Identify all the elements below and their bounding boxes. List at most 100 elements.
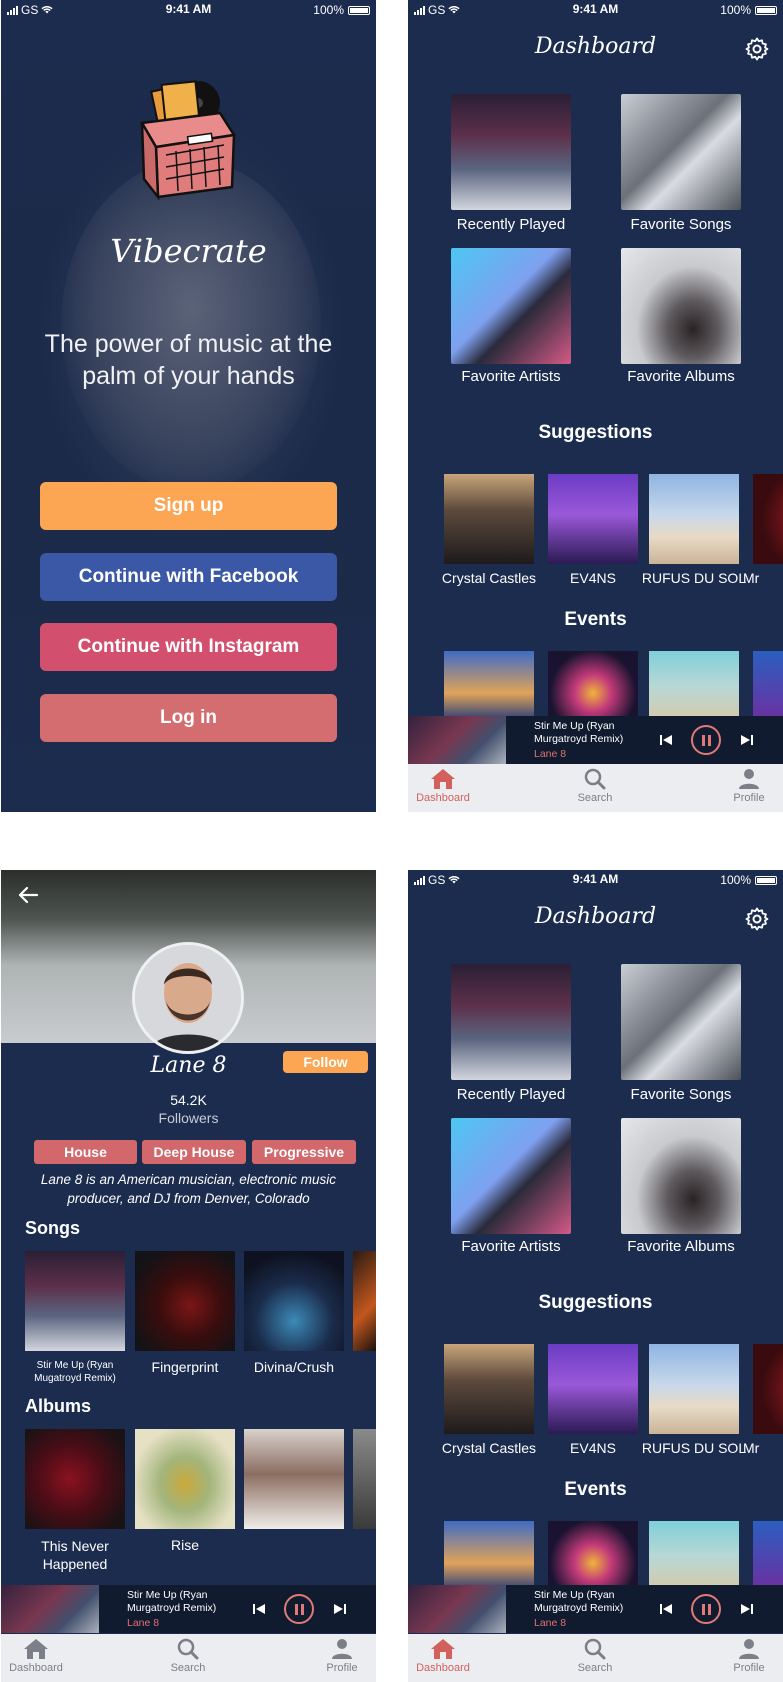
previous-track-icon[interactable] (251, 1601, 267, 1617)
back-arrow-icon[interactable] (17, 884, 39, 906)
tab-label-profile: Profile (326, 1662, 358, 1674)
next-track-icon[interactable] (739, 732, 755, 748)
tile-label-favorite-artists: Favorite Artists (461, 1238, 561, 1255)
suggestion-label: Mr (743, 1440, 760, 1456)
genre-tag[interactable]: Progressive (252, 1140, 356, 1164)
suggestion-label: Mr (743, 570, 760, 586)
tile-favorite-artists[interactable] (451, 1118, 571, 1234)
suggestion-art[interactable] (649, 474, 739, 564)
event-card[interactable] (444, 1521, 534, 1591)
facebook-button[interactable]: Continue with Facebook (40, 553, 337, 601)
signup-button[interactable]: Sign up (40, 482, 337, 530)
previous-track-icon[interactable] (658, 1601, 674, 1617)
tile-favorite-albums[interactable] (621, 248, 741, 364)
tile-label-recently-played: Recently Played (456, 216, 566, 233)
suggestion-art[interactable] (548, 474, 638, 564)
search-icon (177, 1638, 199, 1660)
battery-percent: 100% (720, 3, 751, 17)
albums-heading: Albums (25, 1396, 92, 1416)
next-track-icon[interactable] (332, 1601, 348, 1617)
mini-player[interactable]: Stir Me Up (Ryan Murgatroyd Remix) Lane … (408, 1585, 783, 1633)
song-art[interactable] (25, 1251, 125, 1351)
player-track-title: Stir Me Up (Ryan Murgatroyd Remix) (534, 1589, 624, 1614)
tile-favorite-songs[interactable] (621, 964, 741, 1080)
event-card[interactable] (649, 1521, 739, 1591)
tile-favorite-albums[interactable] (621, 1118, 741, 1234)
event-card[interactable] (753, 1521, 783, 1591)
profile-icon (739, 1639, 759, 1659)
tab-dashboard[interactable]: Dashboard (408, 768, 488, 804)
player-artist: Lane 8 (127, 1617, 160, 1629)
dashboard-screen: GS 9:41 AM 100% Dashboard Recently Playe… (408, 870, 783, 1682)
previous-track-icon[interactable] (658, 732, 674, 748)
tagline: The power of music at the palm of your h… (44, 330, 333, 390)
login-button[interactable]: Log in (40, 694, 337, 742)
mini-player[interactable]: Stir Me Up (Ryan Murgatroyd Remix) Lane … (408, 716, 783, 764)
album-art[interactable] (25, 1429, 125, 1529)
search-icon (584, 768, 606, 790)
instagram-button[interactable]: Continue with Instagram (40, 623, 337, 671)
suggestion-label: EV4NS (570, 1440, 616, 1456)
tile-favorite-artists[interactable] (451, 248, 571, 364)
event-card[interactable] (753, 651, 783, 721)
tab-search[interactable]: Search (550, 768, 640, 804)
event-card[interactable] (548, 1521, 638, 1591)
genre-tag[interactable]: House (34, 1140, 137, 1164)
tab-profile[interactable]: Profile (704, 768, 783, 804)
tab-dashboard[interactable]: Dashboard (1, 1638, 81, 1674)
profile-icon (332, 1639, 352, 1659)
song-art[interactable] (135, 1251, 235, 1351)
tab-search[interactable]: Search (143, 1638, 233, 1674)
profile-icon (739, 769, 759, 789)
tile-label-favorite-songs: Favorite Songs (630, 216, 732, 233)
status-bar: GS 9:41 AM 100% (408, 870, 783, 890)
tile-label-favorite-albums: Favorite Albums (627, 1238, 735, 1255)
followers-count: 54.2K (170, 1092, 207, 1108)
tile-favorite-songs[interactable] (621, 94, 741, 210)
pause-icon[interactable] (691, 725, 721, 755)
pause-icon[interactable] (691, 1594, 721, 1624)
suggestion-art[interactable] (649, 1344, 739, 1434)
tab-profile[interactable]: Profile (297, 1638, 376, 1674)
settings-gear-icon[interactable] (745, 907, 769, 931)
tab-search[interactable]: Search (550, 1638, 640, 1674)
mini-player[interactable]: Stir Me Up (Ryan Murgatroyd Remix) Lane … (1, 1585, 376, 1633)
suggestion-label: EV4NS (570, 570, 616, 586)
tile-recently-played[interactable] (451, 964, 571, 1080)
event-card[interactable] (548, 651, 638, 721)
songs-heading: Songs (25, 1218, 81, 1238)
album-art[interactable] (353, 1429, 376, 1529)
suggestion-art[interactable] (444, 474, 534, 564)
album-label: This Never Happened (41, 1538, 109, 1572)
tile-label-favorite-artists: Favorite Artists (461, 368, 561, 385)
background-photo (61, 160, 321, 490)
player-track-title: Stir Me Up (Ryan Murgatroyd Remix) (127, 1589, 217, 1614)
suggestion-art[interactable] (444, 1344, 534, 1434)
song-art[interactable] (244, 1251, 344, 1351)
event-card[interactable] (444, 651, 534, 721)
status-bar: GS 9:41 AM 100% (1, 0, 376, 20)
artist-avatar (132, 942, 244, 1054)
pause-icon[interactable] (284, 1594, 314, 1624)
suggestion-art[interactable] (753, 474, 783, 564)
tab-label-profile: Profile (733, 792, 765, 804)
album-label: Rise (170, 1537, 199, 1553)
album-art[interactable] (244, 1429, 344, 1529)
events-heading-text: Events (564, 609, 627, 630)
suggestions-heading: Suggestions (538, 1292, 653, 1313)
tab-dashboard[interactable]: Dashboard (408, 1638, 488, 1674)
next-track-icon[interactable] (739, 1601, 755, 1617)
settings-gear-icon[interactable] (745, 37, 769, 61)
album-art[interactable] (135, 1429, 235, 1529)
tab-label-search: Search (170, 1662, 206, 1674)
event-card[interactable] (649, 651, 739, 721)
tab-label-search: Search (577, 1662, 613, 1674)
suggestion-art[interactable] (548, 1344, 638, 1434)
home-icon (24, 1639, 48, 1659)
follow-button[interactable]: Follow (283, 1051, 368, 1073)
genre-tag[interactable]: Deep House (142, 1140, 246, 1164)
tab-profile[interactable]: Profile (704, 1638, 783, 1674)
suggestion-art[interactable] (753, 1344, 783, 1434)
song-art[interactable] (353, 1251, 376, 1351)
tile-recently-played[interactable] (451, 94, 571, 210)
